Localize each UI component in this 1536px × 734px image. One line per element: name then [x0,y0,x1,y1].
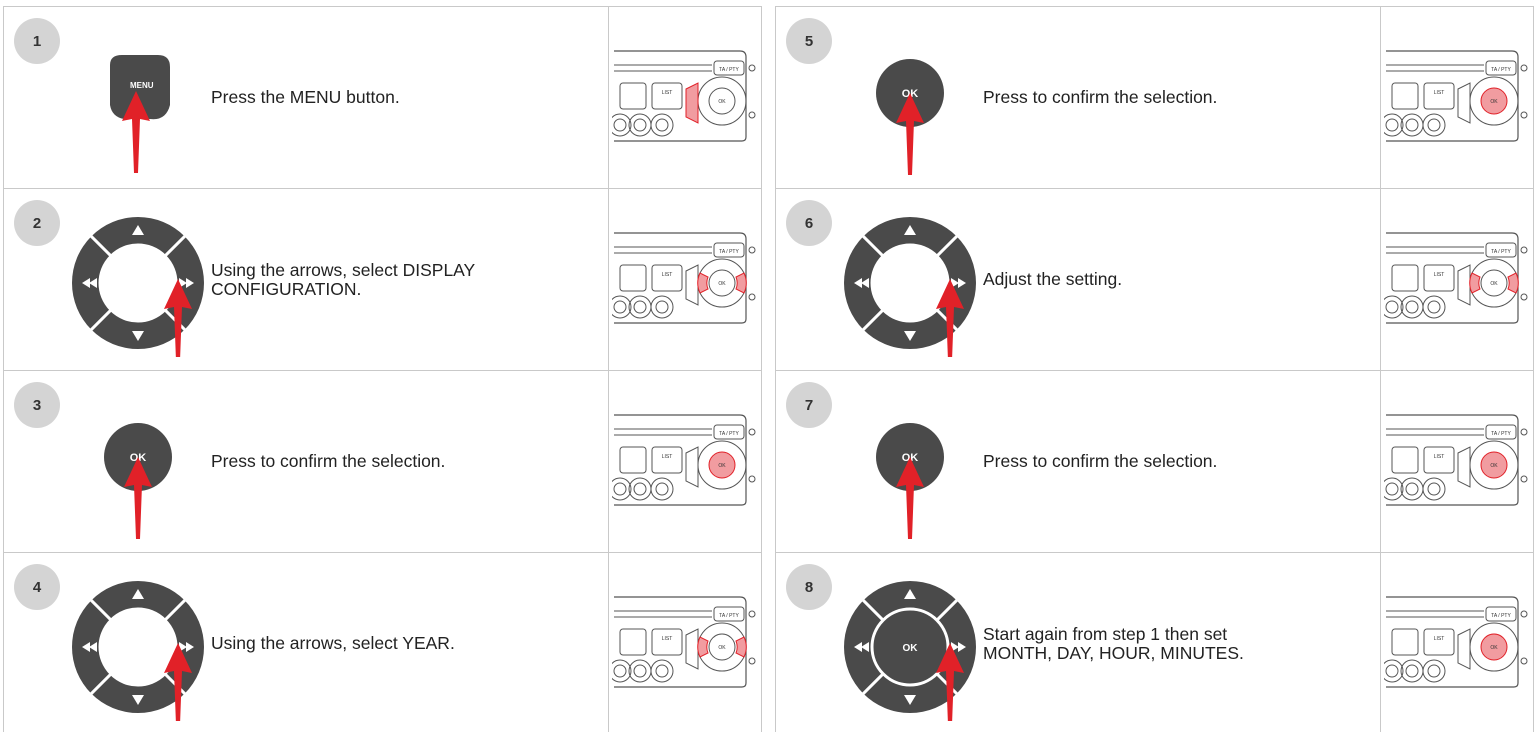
step-instruction: Adjust the setting. [983,189,1353,370]
svg-text:OK: OK [718,99,726,105]
svg-text:TA / PTY: TA / PTY [719,613,739,619]
step-number-badge: 6 [786,200,832,246]
step-instruction: Press to confirm the selection. [983,7,1353,188]
step-instruction: Press the MENU button. [211,7,581,188]
step-row: 3OKPress to confirm the selection.TA / P… [4,371,761,553]
svg-text:LIST: LIST [662,454,673,460]
navigation-arrows-icon [72,217,204,349]
svg-text:TA / PTY: TA / PTY [719,67,739,73]
step-instruction-text: Press to confirm the selection. [983,451,1218,472]
step-row: 2 Using the arrows, select DISPLAY CONFIG… [4,189,761,371]
step-instruction: Using the arrows, select DISPLAY CONFIGU… [211,189,581,370]
radio-unit-illustration: TA / PTY LIST OK [612,223,762,335]
step-row: 1 MENU Press the MENU button. TA / PTY LIST O… [4,7,761,189]
navigation-arrows-icon [66,207,206,361]
step-instruction-text: Start again from step 1 then set MONTH, … [983,624,1244,663]
ok-button-icon: OK [66,389,206,539]
step-number-badge: 7 [786,382,832,428]
radio-unit-icon: TA / PTY LIST OK [612,232,756,324]
radio-unit-icon: TA / PTY LIST OK [1384,50,1528,142]
steps-panel-left: 1 MENU Press the MENU button. TA / PTY LIST O… [3,6,762,732]
svg-text:OK: OK [718,645,726,651]
radio-unit-illustration: TA / PTY LIST OK [1384,405,1534,517]
step-number-badge: 1 [14,18,60,64]
ok-label: OK [903,643,919,654]
svg-text:LIST: LIST [1434,636,1445,642]
step-instruction-text: Adjust the setting. [983,269,1123,290]
step-instruction-text: Press to confirm the selection. [211,451,446,472]
step-row: 8 OK Start again from step 1 then set MONT… [776,553,1533,734]
navigation-arrows-icon [844,217,976,349]
step-row: 6 Adjust the setting. TA / PTY LIST OK [776,189,1533,371]
svg-text:TA / PTY: TA / PTY [1491,613,1511,619]
radio-unit-icon: TA / PTY LIST OK [1384,414,1528,506]
svg-text:LIST: LIST [1434,454,1445,460]
svg-text:LIST: LIST [1434,90,1445,96]
radio-unit-icon: TA / PTY LIST OK [1384,596,1528,688]
ok-button-icon: OK [838,389,978,539]
radio-unit-icon: TA / PTY LIST OK [612,596,756,688]
step-row: 5OKPress to confirm the selection.TA / P… [776,7,1533,189]
svg-text:OK: OK [1490,463,1498,469]
step-instruction: Start again from step 1 then set MONTH, … [983,553,1353,734]
radio-unit-illustration: TA / PTY LIST OK [1384,587,1534,699]
ok-button-icon: OK [838,25,978,175]
step-row: 7OKPress to confirm the selection.TA / P… [776,371,1533,553]
svg-text:OK: OK [1490,281,1498,287]
radio-unit-illustration: TA / PTY LIST OK [1384,41,1534,153]
radio-unit-illustration: TA / PTY LIST OK [612,405,762,517]
svg-text:TA / PTY: TA / PTY [719,249,739,255]
svg-text:OK: OK [718,281,726,287]
navigation-arrows-ok-icon: OK [844,581,976,713]
step-instruction: Press to confirm the selection. [983,371,1353,552]
menu-label: MENU [130,81,154,90]
svg-text:LIST: LIST [662,636,673,642]
step-instruction: Using the arrows, select YEAR. [211,553,581,734]
navigation-arrows-icon [838,207,978,361]
step-instruction: Press to confirm the selection. [211,371,581,552]
svg-text:LIST: LIST [1434,272,1445,278]
step-instruction-text: Press to confirm the selection. [983,87,1218,108]
svg-text:LIST: LIST [662,90,673,96]
svg-text:TA / PTY: TA / PTY [719,431,739,437]
step-number-badge: 8 [786,564,832,610]
radio-unit-illustration: TA / PTY LIST OK [612,41,762,153]
svg-text:LIST: LIST [662,272,673,278]
svg-text:OK: OK [718,463,726,469]
step-number-badge: 2 [14,200,60,246]
svg-text:TA / PTY: TA / PTY [1491,249,1511,255]
navigation-arrows-icon [66,571,206,725]
radio-unit-illustration: TA / PTY LIST OK [612,587,762,699]
navigation-arrows-icon [72,581,204,713]
step-number-badge: 3 [14,382,60,428]
step-number-badge: 5 [786,18,832,64]
step-instruction-text: Using the arrows, select YEAR. [211,633,455,654]
svg-text:OK: OK [1490,645,1498,651]
svg-text:TA / PTY: TA / PTY [1491,67,1511,73]
step-instruction-text: Press the MENU button. [211,87,400,108]
menu-button-icon: MENU [66,25,206,175]
step-row: 4 Using the arrows, select YEAR. TA / PTY L… [4,553,761,734]
navigation-arrows-ok-icon: OK [838,571,978,725]
radio-unit-icon: TA / PTY LIST OK [612,414,756,506]
radio-unit-illustration: TA / PTY LIST OK [1384,223,1534,335]
svg-text:TA / PTY: TA / PTY [1491,431,1511,437]
steps-panel-right: 5OKPress to confirm the selection.TA / P… [775,6,1534,732]
svg-text:OK: OK [1490,99,1498,105]
radio-unit-icon: TA / PTY LIST OK [612,50,756,142]
radio-unit-icon: TA / PTY LIST OK [1384,232,1528,324]
step-instruction-text: Using the arrows, select DISPLAY CONFIGU… [211,260,476,299]
step-number-badge: 4 [14,564,60,610]
